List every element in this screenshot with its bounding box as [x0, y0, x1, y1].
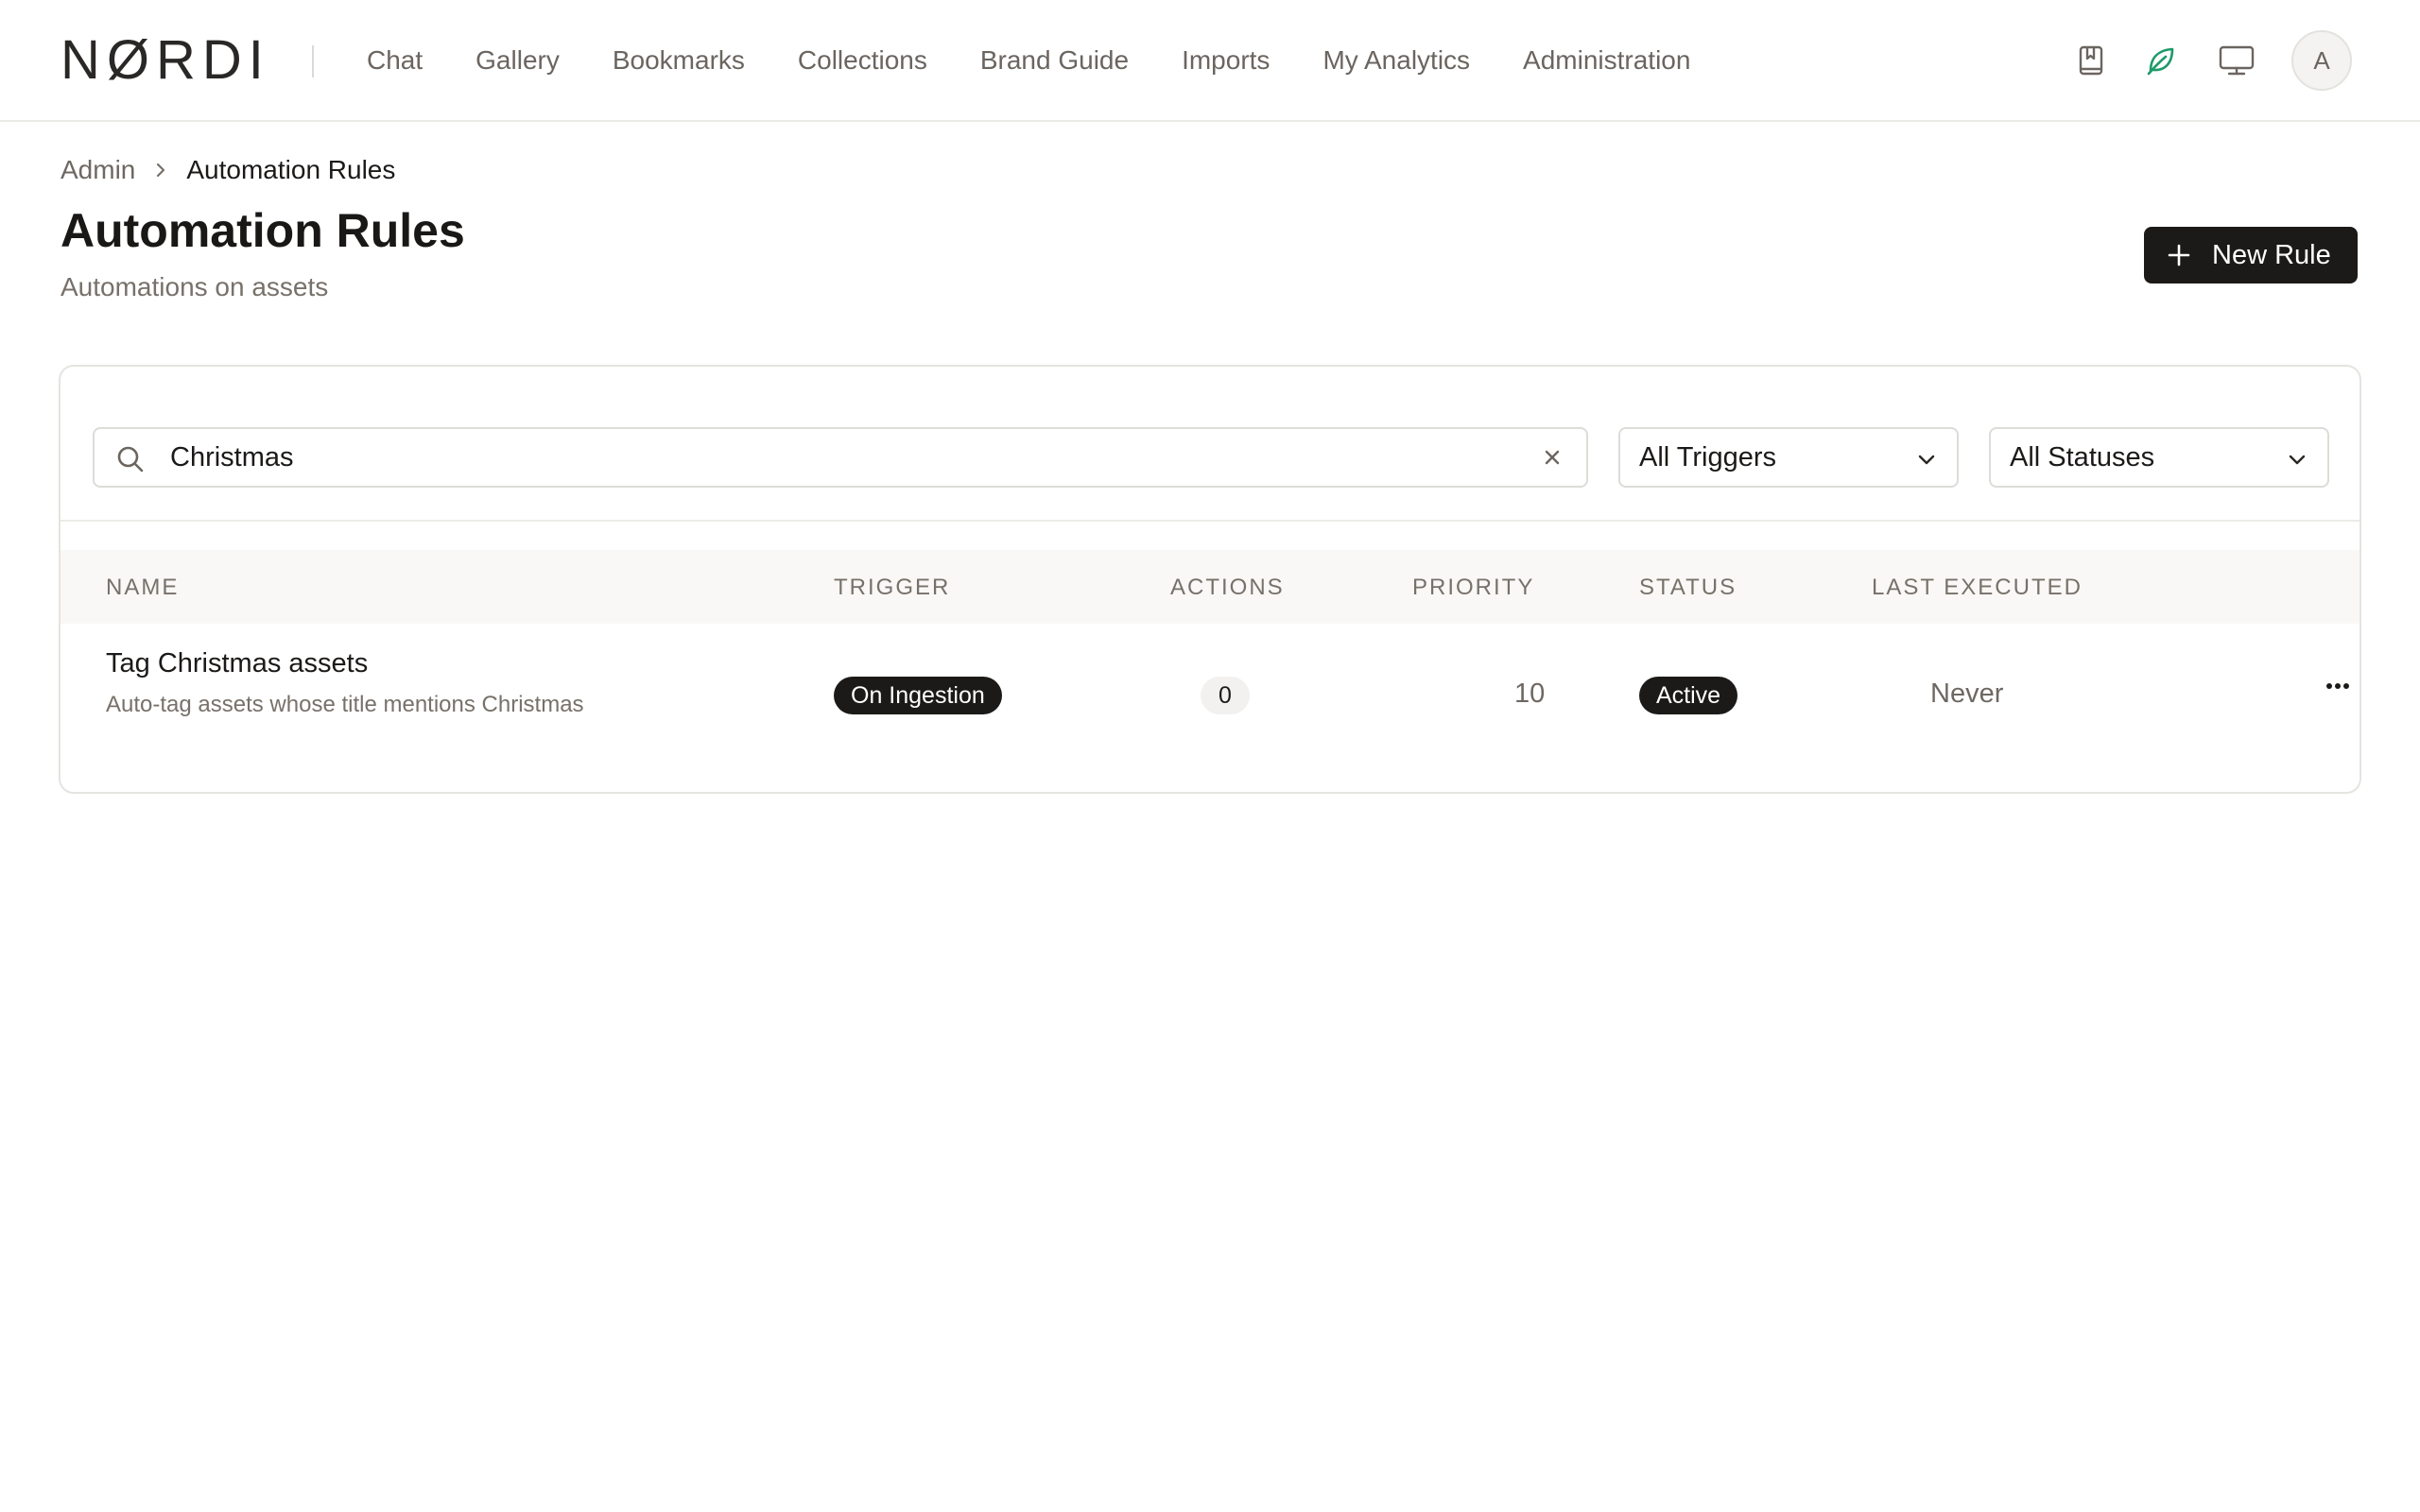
search-icon	[115, 444, 146, 479]
close-icon[interactable]	[1541, 446, 1564, 473]
nav-item-imports[interactable]: Imports	[1182, 42, 1270, 79]
search-input-value[interactable]: Christmas	[170, 442, 294, 473]
trigger-badge: On Ingestion	[834, 677, 1002, 714]
new-rule-button[interactable]: New Rule	[2144, 227, 2358, 284]
column-header-priority[interactable]: PRIORITY	[1412, 573, 1534, 603]
column-header-actions[interactable]: ACTIONS	[1170, 573, 1285, 603]
last-executed-value: Never	[1930, 679, 2004, 709]
nav-item-my-analytics[interactable]: My Analytics	[1322, 42, 1470, 79]
nav-item-bookmarks[interactable]: Bookmarks	[613, 42, 745, 79]
main-nav: Chat Gallery Bookmarks Collections Brand…	[367, 42, 1743, 79]
priority-value: 10	[1514, 679, 1546, 709]
bookmark-book-icon[interactable]	[2072, 42, 2110, 79]
status-filter-select[interactable]: All Statuses	[1989, 427, 2329, 488]
page-subtitle: Automations on assets	[60, 272, 329, 301]
nav-item-collections[interactable]: Collections	[798, 42, 927, 79]
column-header-trigger[interactable]: TRIGGER	[834, 573, 950, 603]
breadcrumb-admin-link[interactable]: Admin	[60, 151, 135, 189]
chevron-down-icon	[1915, 448, 1938, 475]
filter-divider	[60, 520, 2360, 522]
table-row[interactable]: Tag Christmas assets Auto-tag assets who…	[60, 624, 2360, 765]
user-avatar[interactable]: A	[2291, 30, 2352, 91]
trigger-filter-select[interactable]: All Triggers	[1618, 427, 1959, 488]
page-title: Automation Rules	[60, 204, 465, 257]
monitor-icon[interactable]	[2218, 42, 2256, 79]
nav-item-brand-guide[interactable]: Brand Guide	[980, 42, 1129, 79]
breadcrumb: Admin Automation Rules	[60, 151, 395, 189]
brand-logo[interactable]: NØRDI	[60, 33, 270, 88]
plus-icon	[2167, 243, 2191, 267]
more-options-icon[interactable]	[2325, 682, 2350, 690]
rule-name[interactable]: Tag Christmas assets	[106, 644, 368, 682]
column-header-name[interactable]: NAME	[106, 573, 179, 603]
column-header-status[interactable]: STATUS	[1639, 573, 1737, 603]
top-navigation-bar: NØRDI Chat Gallery Bookmarks Collections…	[0, 0, 2420, 122]
breadcrumb-current: Automation Rules	[186, 155, 396, 184]
chevron-right-icon	[154, 161, 167, 180]
search-input[interactable]: Christmas	[93, 427, 1588, 488]
actions-count-badge: 0	[1201, 677, 1250, 714]
status-badge: Active	[1639, 677, 1738, 714]
trigger-filter-value: All Triggers	[1639, 441, 1777, 472]
logo-divider	[312, 45, 314, 77]
column-header-last-executed[interactable]: LAST EXECUTED	[1872, 573, 2083, 603]
new-rule-button-label: New Rule	[2212, 239, 2331, 270]
nav-item-chat[interactable]: Chat	[367, 42, 423, 79]
rule-description: Auto-tag assets whose title mentions Chr…	[106, 692, 584, 717]
rules-card: Christmas All Triggers All Statuses NAME…	[59, 365, 2361, 794]
status-filter-value: All Statuses	[2010, 441, 2155, 472]
leaf-icon[interactable]	[2142, 42, 2180, 79]
nav-item-administration[interactable]: Administration	[1523, 42, 1690, 79]
table-header: NAME TRIGGER ACTIONS PRIORITY STATUS LAS…	[60, 550, 2360, 624]
nav-item-gallery[interactable]: Gallery	[475, 42, 560, 79]
chevron-down-icon	[2286, 448, 2308, 475]
